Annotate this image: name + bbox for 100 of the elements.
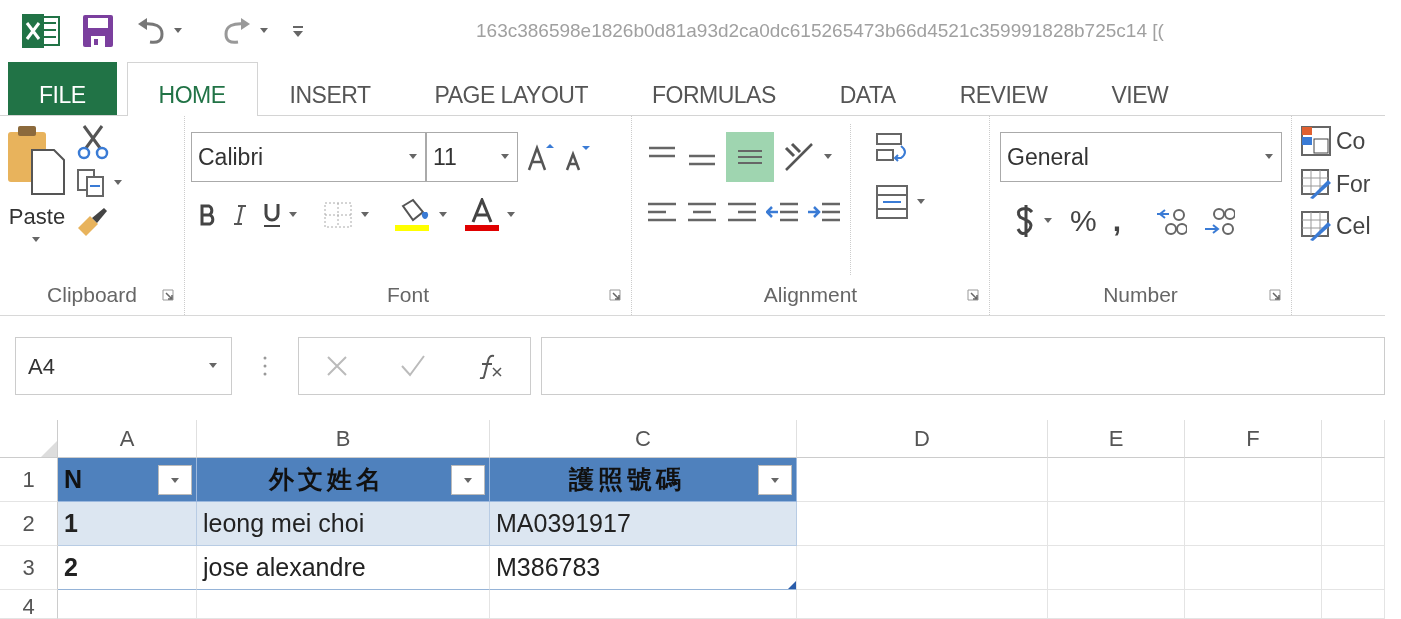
name-box[interactable]: A4 <box>15 337 232 395</box>
middle-align-icon <box>738 150 762 164</box>
font-color-icon[interactable] <box>465 198 499 232</box>
caret-icon[interactable] <box>824 154 834 160</box>
dialog-launcher-icon[interactable] <box>967 289 979 301</box>
caret-icon[interactable] <box>174 28 184 34</box>
caret-icon[interactable] <box>361 212 371 218</box>
middle-align-button[interactable] <box>726 132 774 182</box>
caret-icon[interactable] <box>917 199 927 205</box>
currency-icon[interactable] <box>1016 203 1036 238</box>
dialog-launcher-icon[interactable] <box>1269 289 1281 301</box>
row-header[interactable]: 3 <box>0 546 58 590</box>
font-size-dropdown[interactable]: 11 <box>426 132 518 182</box>
empty-cell[interactable] <box>1048 546 1185 590</box>
empty-cell[interactable] <box>1048 502 1185 546</box>
fill-color-icon[interactable] <box>395 198 431 232</box>
group-label: Alignment <box>763 282 858 309</box>
resize-handle-icon[interactable] <box>788 581 796 589</box>
empty-cell[interactable] <box>1322 502 1385 546</box>
table-cell-text: 2 <box>64 551 78 583</box>
paste-button[interactable]: Paste <box>6 124 68 275</box>
empty-cell[interactable] <box>797 546 1048 590</box>
ribbon-tab[interactable]: VIEW <box>1079 62 1201 115</box>
undo-icon[interactable] <box>136 16 166 46</box>
empty-cell[interactable] <box>1048 590 1185 619</box>
ribbon-tab[interactable]: INSERT <box>257 62 403 115</box>
caret-icon[interactable] <box>1265 154 1275 160</box>
formula-input[interactable] <box>541 337 1385 395</box>
function-icon[interactable] <box>478 353 505 379</box>
empty-cell[interactable] <box>1322 590 1385 619</box>
check-icon[interactable] <box>400 354 427 378</box>
file-tab[interactable]: FILE <box>8 62 117 115</box>
ribbon-tab[interactable]: REVIEW <box>927 62 1080 115</box>
caret-icon[interactable] <box>501 154 511 160</box>
caret-icon[interactable] <box>32 237 42 243</box>
italic-icon[interactable] <box>233 204 247 226</box>
column-header[interactable]: D <box>797 420 1048 458</box>
underline-icon[interactable] <box>263 202 281 228</box>
empty-cell[interactable] <box>1322 458 1385 502</box>
bold-icon[interactable] <box>199 204 217 226</box>
dialog-launcher-icon[interactable] <box>162 289 174 301</box>
column-header[interactable]: F <box>1185 420 1322 458</box>
caret-icon[interactable] <box>114 180 124 186</box>
caret-icon[interactable] <box>289 212 299 218</box>
empty-cell[interactable] <box>1185 502 1322 546</box>
empty-cell[interactable] <box>1322 546 1385 590</box>
table-cell-text: MA0391917 <box>496 507 631 539</box>
clipboard-icon <box>6 124 68 196</box>
redo-icon[interactable] <box>222 16 252 46</box>
style-command-label[interactable]: For <box>1336 166 1371 201</box>
column-header[interactable]: E <box>1048 420 1185 458</box>
empty-cell[interactable] <box>797 590 1048 619</box>
empty-cell[interactable] <box>1185 590 1322 619</box>
number-format-dropdown[interactable]: General <box>1000 132 1282 182</box>
style-command-label[interactable]: Co <box>1336 124 1366 159</box>
percent-style-button[interactable]: % <box>1070 198 1097 243</box>
ribbon-tab[interactable]: DATA <box>807 62 928 115</box>
ribbon-tab[interactable]: HOME <box>126 62 258 116</box>
table-header-cell[interactable]: N <box>64 460 83 499</box>
ribbon-tab[interactable]: PAGE LAYOUT <box>402 62 620 115</box>
empty-cell[interactable] <box>1048 458 1185 502</box>
conditional-format-icon[interactable] <box>1300 125 1332 158</box>
spreadsheet-app-icon <box>22 14 60 48</box>
caret-icon[interactable] <box>507 212 517 218</box>
format-painter-icon[interactable] <box>76 206 108 238</box>
caret-icon[interactable] <box>409 154 419 160</box>
group-label: Number <box>1103 282 1178 309</box>
row-header[interactable]: 4 <box>0 590 58 619</box>
caret-icon[interactable] <box>1044 217 1054 224</box>
caret-icon[interactable] <box>209 363 219 369</box>
window-title: 163c386598e1826b0d81a93d2ca0dc615265473b66d4521c359991828b725c14 [( <box>476 18 1164 43</box>
empty-cell[interactable] <box>490 590 797 619</box>
customize-icon[interactable] <box>292 24 304 38</box>
grow-font-icon[interactable] <box>526 142 554 172</box>
table-format-icon[interactable] <box>1300 167 1332 200</box>
group-label: Clipboard <box>47 282 137 309</box>
comma-style-button[interactable]: , <box>1112 198 1122 243</box>
grip-icon <box>262 355 268 377</box>
cell-styles-icon[interactable] <box>1300 210 1332 243</box>
filter-dropdown-icon[interactable] <box>451 464 485 495</box>
empty-cell[interactable] <box>1185 458 1322 502</box>
decrease-decimal-icon[interactable] <box>1203 205 1236 236</box>
ribbon-tab[interactable]: FORMULAS <box>619 62 808 115</box>
empty-cell[interactable] <box>1185 546 1322 590</box>
caret-icon[interactable] <box>439 212 449 218</box>
font-name-dropdown[interactable]: Calibri <box>191 132 426 182</box>
cut-icon[interactable] <box>76 124 110 160</box>
table-cell-text: M386783 <box>496 551 601 583</box>
save-icon[interactable] <box>82 14 114 48</box>
table-cell-text: leong mei choi <box>203 507 365 539</box>
empty-cell[interactable] <box>197 590 490 619</box>
style-command-label[interactable]: Cel <box>1336 209 1371 244</box>
empty-cell[interactable] <box>58 590 197 619</box>
orientation-icon[interactable] <box>782 142 816 172</box>
filter-dropdown-icon[interactable] <box>158 464 192 495</box>
caret-icon[interactable] <box>260 28 270 34</box>
dialog-launcher-icon[interactable] <box>609 289 621 301</box>
filter-dropdown-icon[interactable] <box>758 464 792 495</box>
copy-icon[interactable] <box>76 168 106 198</box>
merge-cells-icon[interactable] <box>875 184 909 220</box>
